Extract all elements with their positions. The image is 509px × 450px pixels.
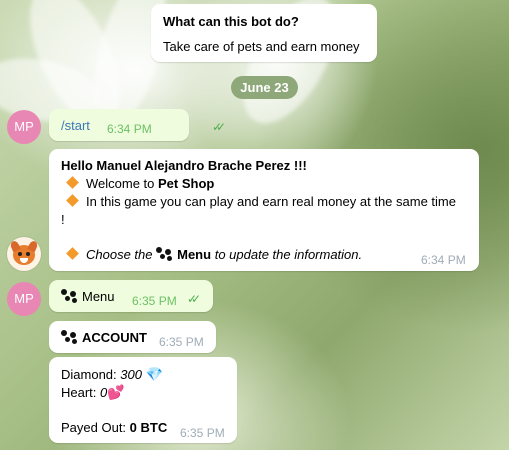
double-check-icon: ✓✓ bbox=[212, 120, 226, 134]
payed-label: Payed Out: bbox=[61, 420, 127, 435]
outgoing-message-menu[interactable]: Menu 6:35 PM ✓✓ bbox=[49, 280, 213, 312]
incoming-message-greeting[interactable]: Hello Manuel Alejandro Brache Perez !!! … bbox=[49, 149, 479, 271]
message-time: 6:35 PM bbox=[180, 426, 225, 440]
intro-title: What can this bot do? bbox=[163, 14, 299, 29]
line2-text: In this game you can play and earn real … bbox=[86, 194, 456, 209]
orange-diamond-icon bbox=[66, 247, 79, 260]
paw-prints-icon bbox=[156, 247, 173, 261]
welcome-prefix: Welcome to bbox=[86, 176, 159, 191]
diamond-label: Diamond: bbox=[61, 367, 117, 382]
greeting-hello: Hello Manuel Alejandro Brache Perez !!! bbox=[61, 158, 307, 173]
choose-menu: Menu bbox=[177, 247, 212, 262]
greeting-hello-text: Hello Manuel Alejandro Brache Perez !!! bbox=[61, 158, 307, 173]
diamond-row: Diamond: 300 💎 bbox=[61, 366, 163, 383]
pink-heart-icon: 💕 bbox=[107, 384, 125, 400]
message-text: ACCOUNT bbox=[82, 330, 147, 345]
bot-avatar-icon[interactable] bbox=[7, 237, 41, 271]
avatar-initials: MP bbox=[14, 119, 34, 134]
heart-row: Heart: 0💕 bbox=[61, 384, 125, 401]
payed-row: Payed Out: 0 BTC bbox=[61, 420, 167, 435]
menu-text-row: Menu bbox=[61, 289, 115, 304]
welcome-shop: Pet Shop bbox=[158, 176, 215, 191]
intro-text: Take care of pets and earn money bbox=[163, 39, 360, 54]
choose-prefix: Choose the bbox=[86, 247, 153, 262]
avatar[interactable]: MP bbox=[7, 282, 41, 316]
message-text: /start bbox=[61, 118, 90, 133]
orange-diamond-icon bbox=[66, 176, 79, 189]
message-time: 6:34 PM bbox=[107, 122, 152, 136]
greeting-line2-end: ! bbox=[61, 212, 65, 227]
orange-diamond-icon bbox=[66, 194, 79, 207]
blue-gem-icon: 💎 bbox=[145, 366, 164, 382]
date-badge-label: June 23 bbox=[240, 80, 289, 95]
incoming-message-stats[interactable]: Diamond: 300 💎 Heart: 0💕 Payed Out: 0 BT… bbox=[49, 357, 237, 443]
message-time: 6:35 PM bbox=[159, 335, 204, 349]
heart-label: Heart: bbox=[61, 385, 97, 400]
message-time: 6:35 PM bbox=[132, 294, 177, 308]
outgoing-message-start[interactable]: /start 6:34 PM ✓✓ bbox=[49, 109, 226, 141]
double-check-icon: ✓✓ bbox=[187, 292, 201, 306]
avatar-initials: MP bbox=[14, 291, 34, 306]
incoming-message-account[interactable]: ACCOUNT 6:35 PM bbox=[49, 321, 216, 353]
date-badge: June 23 bbox=[231, 76, 298, 99]
choose-suffix: to update the information. bbox=[214, 247, 363, 262]
avatar[interactable]: MP bbox=[7, 110, 41, 144]
account-text-row: ACCOUNT bbox=[61, 330, 147, 345]
diamond-value: 300 bbox=[120, 367, 142, 382]
paw-prints-icon bbox=[61, 289, 77, 303]
greeting-welcome: Welcome to Pet Shop bbox=[65, 176, 214, 191]
payed-value: 0 BTC bbox=[129, 420, 168, 435]
greeting-line2: In this game you can play and earn real … bbox=[65, 194, 456, 209]
message-time: 6:34 PM bbox=[421, 253, 466, 267]
greeting-choose: Choose the Menu to update the informatio… bbox=[65, 247, 362, 262]
bot-intro-card: What can this bot do? Take care of pets … bbox=[151, 4, 377, 62]
message-text: Menu bbox=[82, 289, 115, 304]
paw-prints-icon bbox=[61, 330, 77, 344]
